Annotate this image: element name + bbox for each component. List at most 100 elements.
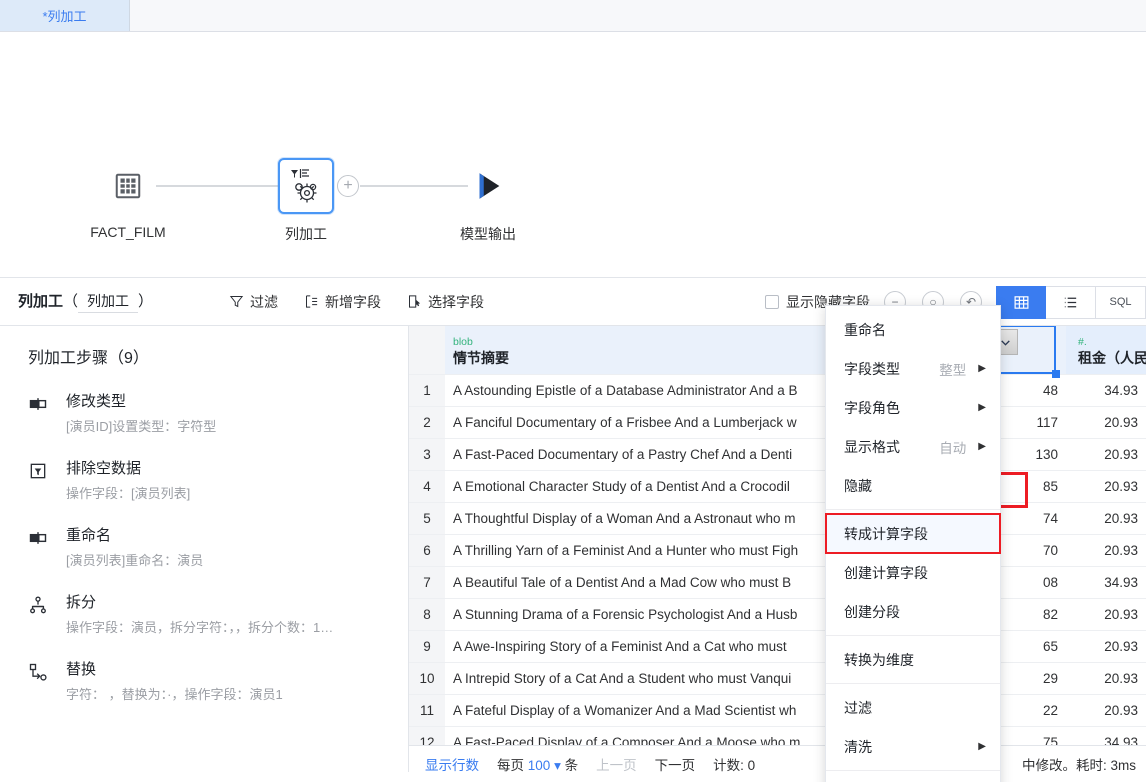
step-name: 拆分 xyxy=(66,594,97,611)
cell-rent[interactable]: 20.93 xyxy=(1066,694,1146,727)
grid-view-button[interactable] xyxy=(996,285,1046,319)
chevron-right-icon: ▶ xyxy=(978,363,986,374)
row-number: 2 xyxy=(409,406,445,439)
context-menu-item-display-format[interactable]: 显示格式 自动 ▶ xyxy=(826,427,1000,466)
table-row[interactable]: 8 A Stunning Drama of a Forensic Psychol… xyxy=(409,598,1146,631)
select-field-button[interactable]: 选择字段 xyxy=(407,292,484,312)
data-grid[interactable]: blob 情节摘要 #. 租金（人民币） xyxy=(409,326,1146,772)
flow-node-model-output[interactable]: 模型输出 xyxy=(432,158,544,244)
app-root: *列加工 FACT_FILM 列加工 + 模型输出 列加工（ 列加工 ） 过滤 … xyxy=(0,0,1146,782)
flow-node-lie-jia-gong[interactable]: 列加工 xyxy=(250,158,362,244)
next-page-button[interactable]: 下一页 xyxy=(655,754,696,774)
select-field-button-label: 选择字段 xyxy=(428,293,485,310)
step-item-rename[interactable]: 重命名 [演员列表]重命名：演员 xyxy=(0,524,408,591)
cell-rent[interactable]: 20.93 xyxy=(1066,438,1146,471)
prev-page-button[interactable]: 上一页 xyxy=(596,754,637,774)
column-name-label: 租金（人民币） xyxy=(1078,349,1146,366)
sql-view-button[interactable]: SQL xyxy=(1096,285,1146,319)
cell-clipped[interactable]: 82 xyxy=(1000,598,1066,631)
cell-clipped[interactable]: 74 xyxy=(1000,502,1066,535)
table-row[interactable]: 7 A Beautiful Tale of a Dentist And a Ma… xyxy=(409,566,1146,599)
step-name-input[interactable]: 列加工 xyxy=(78,291,139,313)
cell-clipped[interactable]: 130 xyxy=(1000,438,1066,471)
cell-clipped[interactable]: 117 xyxy=(1000,406,1066,439)
cell-rent[interactable]: 20.93 xyxy=(1066,502,1146,535)
row-count-label: 计数: 0 xyxy=(713,758,756,773)
menu-item-label: 创建计算字段 xyxy=(844,564,928,581)
table-row[interactable]: 4 A Emotional Character Study of a Denti… xyxy=(409,470,1146,503)
step-item-replace[interactable]: 替换 字符： ，替换为：·，操作字段：演员1 xyxy=(0,658,408,725)
table-row[interactable]: 9 A Awe-Inspiring Story of a Feminist An… xyxy=(409,630,1146,663)
table-row[interactable]: 10 A Intrepid Story of a Cat And a Stude… xyxy=(409,662,1146,695)
cell-rent[interactable]: 20.93 xyxy=(1066,598,1146,631)
step-item-split[interactable]: 拆分 操作字段：演员，拆分字符：，，拆分个数：1… xyxy=(0,591,408,658)
context-menu-item-convert-to-calc-field[interactable]: 转成计算字段 xyxy=(825,513,1001,554)
column-header-rent[interactable]: #. 租金（人民币） xyxy=(1066,326,1146,375)
cell-rent[interactable]: 20.93 xyxy=(1066,630,1146,663)
sql-view-label: SQL xyxy=(1109,296,1132,308)
table-row[interactable]: 6 A Thrilling Yarn of a Feminist And a H… xyxy=(409,534,1146,567)
steps-heading: 列加工步骤（9） xyxy=(28,350,149,367)
table-row[interactable]: 1 A Astounding Epistle of a Database Adm… xyxy=(409,374,1146,407)
cell-clipped[interactable]: 48 xyxy=(1000,374,1066,407)
cell-clipped[interactable]: 70 xyxy=(1000,534,1066,567)
menu-item-value: 整型 xyxy=(939,362,967,378)
table-row[interactable]: 11 A Fateful Display of a Womanizer And … xyxy=(409,694,1146,727)
step-item-exclude-null[interactable]: 排除空数据 操作字段：[演员列表] xyxy=(0,457,408,524)
menu-separator xyxy=(826,770,1000,771)
cell-rent[interactable]: 20.93 xyxy=(1066,470,1146,503)
flow-node-fact-film[interactable]: FACT_FILM xyxy=(72,158,184,240)
context-menu-item-filter[interactable]: 过滤 xyxy=(826,688,1000,727)
status-message: 中修改。耗时: 3ms xyxy=(1021,758,1136,773)
context-menu-item-field-role[interactable]: 字段角色 ▶ xyxy=(826,388,1000,427)
replace-icon xyxy=(28,658,50,703)
cell-clipped[interactable]: 85 xyxy=(1000,470,1066,503)
row-number: 3 xyxy=(409,438,445,471)
step-item-change-type[interactable]: 修改类型 [演员ID]设置类型：字符型 xyxy=(0,390,408,457)
menu-item-label: 清洗 xyxy=(844,738,872,755)
cell-rent[interactable]: 20.93 xyxy=(1066,662,1146,695)
cell-rent[interactable]: 34.93 xyxy=(1066,374,1146,407)
split-icon xyxy=(28,591,50,636)
tab-lie-jia-gong[interactable]: *列加工 xyxy=(0,0,130,31)
selected-column-resize-handle[interactable] xyxy=(1052,370,1060,378)
add-field-button-label: 新增字段 xyxy=(325,293,382,310)
context-menu-item-hide[interactable]: 隐藏 xyxy=(826,466,1000,505)
context-menu-item-create-calc-field[interactable]: 创建计算字段 xyxy=(826,553,1000,592)
cell-rent[interactable]: 34.93 xyxy=(1066,566,1146,599)
add-field-icon xyxy=(304,294,319,309)
table-row[interactable]: 2 A Fanciful Documentary of a Frisbee An… xyxy=(409,406,1146,439)
list-view-button[interactable] xyxy=(1046,285,1096,319)
table-head: blob 情节摘要 #. 租金（人民币） xyxy=(409,326,1146,375)
context-menu-item-field-type[interactable]: 字段类型 整型 ▶ xyxy=(826,349,1000,388)
show-rows-link[interactable]: 显示行数 xyxy=(425,754,479,774)
chevron-down-icon[interactable]: ▾ xyxy=(554,758,561,773)
table-row[interactable]: 3 A Fast-Paced Documentary of a Pastry C… xyxy=(409,438,1146,471)
cell-clipped[interactable]: 29 xyxy=(1000,662,1066,695)
flow-canvas: FACT_FILM 列加工 + 模型输出 xyxy=(0,32,1146,278)
context-menu-item-convert-to-dimension[interactable]: 转换为维度 xyxy=(826,640,1000,679)
filter-button[interactable]: 过滤 xyxy=(229,292,278,312)
context-menu-item-view-lineage[interactable]: 查看血统 xyxy=(826,775,1000,782)
context-menu-item-create-bins[interactable]: 创建分段 xyxy=(826,592,1000,631)
cell-rent[interactable]: 20.93 xyxy=(1066,534,1146,567)
step-name: 重命名 xyxy=(66,527,112,544)
menu-separator xyxy=(826,509,1000,510)
per-page-control[interactable]: 每页 100 ▾ 条 xyxy=(497,754,578,774)
field-context-menu: 重命名 字段类型 整型 ▶ 字段角色 ▶ 显示格式 自动 ▶ 隐藏 转成计算字段… xyxy=(825,305,1001,782)
step-desc: [演员列表]重命名：演员 xyxy=(66,553,204,568)
add-field-button[interactable]: 新增字段 xyxy=(304,292,381,312)
step-name: 修改类型 xyxy=(66,393,127,410)
list-view-icon xyxy=(1062,294,1079,311)
cell-rent[interactable]: 20.93 xyxy=(1066,406,1146,439)
cell-clipped[interactable]: 08 xyxy=(1000,566,1066,599)
cell-clipped[interactable]: 65 xyxy=(1000,630,1066,663)
table-row[interactable]: 5 A Thoughtful Display of a Woman And a … xyxy=(409,502,1146,535)
context-menu-item-clean[interactable]: 清洗 ▶ xyxy=(826,727,1000,766)
per-page-value[interactable]: 100 xyxy=(528,758,551,773)
add-node-button[interactable]: + xyxy=(337,175,359,197)
row-number: 11 xyxy=(409,694,445,727)
cell-clipped[interactable]: 22 xyxy=(1000,694,1066,727)
menu-item-label: 字段类型 xyxy=(844,360,900,377)
context-menu-item-rename[interactable]: 重命名 xyxy=(826,310,1000,349)
